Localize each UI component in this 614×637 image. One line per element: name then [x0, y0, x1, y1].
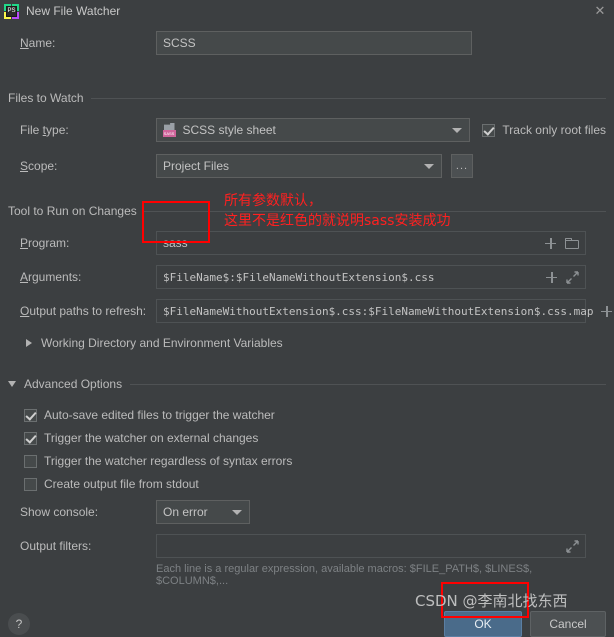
show-console-row: Show console: On error [20, 500, 606, 524]
advanced-option-syntax-errors[interactable]: Trigger the watcher regardless of syntax… [24, 451, 504, 471]
plus-icon[interactable] [546, 271, 557, 283]
scope-row: Scope: Project Files ... [20, 154, 606, 178]
plus-icon[interactable] [601, 305, 613, 317]
advanced-option-autosave-box[interactable] [24, 408, 37, 422]
advanced-option-syntax-errors-label: Trigger the watcher regardless of syntax… [44, 454, 293, 468]
arguments-row: Arguments: $FileName$:$FileNameWithoutEx… [20, 265, 606, 289]
scss-file-icon-text: SASS [162, 130, 176, 137]
output-filters-hint: Each line is a regular expression, avail… [156, 563, 533, 587]
output-filters-input[interactable] [156, 534, 586, 558]
program-value: sass [163, 236, 188, 250]
arguments-field-icons [538, 270, 579, 284]
track-only-root-files-label: Track only root files [502, 123, 606, 137]
tool-to-run-title: Tool to Run on Changes [8, 204, 137, 218]
file-type-value: SCSS style sheet [182, 123, 276, 137]
files-to-watch-title: Files to Watch [8, 91, 84, 105]
output-paths-row: Output paths to refresh: $FileNameWithou… [20, 299, 613, 323]
help-button[interactable]: ? [8, 613, 30, 635]
name-input[interactable]: SCSS [156, 31, 472, 55]
expand-icon[interactable] [566, 270, 579, 284]
plus-icon[interactable] [545, 237, 556, 249]
group-divider [130, 383, 606, 385]
advanced-options-group-header[interactable]: Advanced Options [8, 377, 606, 391]
program-row: Program: sass [20, 231, 606, 255]
working-directory-expander[interactable]: Working Directory and Environment Variab… [26, 336, 283, 350]
advanced-options-list: Auto-save edited files to trigger the wa… [24, 405, 504, 494]
track-only-root-files-checkbox[interactable]: Track only root files [482, 123, 606, 137]
advanced-option-external-changes-label: Trigger the watcher on external changes [44, 431, 259, 445]
scope-label: Scope: [20, 159, 58, 173]
window-title: New File Watcher [26, 4, 121, 18]
output-paths-value: $FileNameWithoutExtension$.css:$FileName… [163, 304, 594, 318]
advanced-option-external-changes-box[interactable] [24, 431, 37, 445]
show-console-label: Show console: [20, 505, 99, 519]
chevron-down-icon [232, 509, 242, 515]
phpstorm-icon: PS [4, 3, 19, 19]
name-label: Name: [20, 36, 56, 50]
files-to-watch-group-header: Files to Watch [8, 91, 606, 105]
program-label: Program: [20, 236, 70, 250]
show-console-combo[interactable]: On error [156, 500, 250, 524]
chevron-down-icon [452, 127, 463, 133]
track-only-root-files-box[interactable] [482, 123, 496, 137]
show-console-value: On error [163, 505, 208, 519]
scope-browse-button[interactable]: ... [451, 154, 473, 178]
title-bar: PS New File Watcher ✕ [0, 0, 614, 22]
output-paths-label: Output paths to refresh: [20, 304, 147, 318]
arguments-input[interactable]: $FileName$:$FileNameWithoutExtension$.cs… [156, 265, 586, 289]
csdn-watermark: CSDN @李南北找东西 [415, 592, 568, 610]
advanced-option-stdout-label: Create output file from stdout [44, 477, 199, 491]
output-filters-label: Output filters: [20, 539, 92, 553]
close-icon[interactable]: ✕ [592, 3, 608, 19]
output-paths-input[interactable]: $FileNameWithoutExtension$.css:$FileName… [156, 299, 613, 323]
working-directory-label: Working Directory and Environment Variab… [41, 336, 283, 350]
advanced-option-autosave-label: Auto-save edited files to trigger the wa… [44, 408, 275, 422]
folder-icon[interactable] [565, 237, 579, 249]
chevron-right-icon[interactable] [26, 339, 32, 347]
file-type-combo[interactable]: SASS SCSS style sheet [155, 118, 471, 142]
ok-button[interactable]: OK [444, 611, 522, 637]
file-type-label: File type: [20, 123, 69, 137]
scss-file-icon: SASS [162, 123, 177, 137]
output-paths-field-icons [593, 305, 614, 317]
group-divider [143, 210, 606, 212]
group-divider [90, 97, 606, 99]
advanced-options-title: Advanced Options [24, 377, 123, 391]
scope-combo[interactable]: Project Files [156, 154, 442, 178]
file-type-row: File type: SASS SCSS style sheet Track o… [20, 118, 606, 142]
arguments-value: $FileName$:$FileNameWithoutExtension$.cs… [163, 270, 435, 284]
advanced-option-stdout[interactable]: Create output file from stdout [24, 474, 504, 494]
advanced-option-syntax-errors-box[interactable] [24, 454, 37, 468]
name-row: Name: SCSS [20, 31, 594, 55]
output-filters-field-icons [558, 539, 579, 553]
program-input[interactable]: sass [156, 231, 586, 255]
program-field-icons [537, 237, 579, 249]
arguments-label: Arguments: [20, 270, 82, 284]
advanced-option-autosave[interactable]: Auto-save edited files to trigger the wa… [24, 405, 504, 425]
cancel-button[interactable]: Cancel [530, 611, 606, 637]
tool-to-run-group-header: Tool to Run on Changes [8, 204, 606, 218]
chevron-down-icon [424, 163, 434, 169]
scope-value: Project Files [163, 159, 230, 173]
advanced-option-stdout-box[interactable] [24, 477, 37, 491]
expand-icon[interactable] [566, 539, 579, 553]
advanced-option-external-changes[interactable]: Trigger the watcher on external changes [24, 428, 504, 448]
output-filters-row: Output filters: [20, 534, 606, 558]
chevron-down-icon[interactable] [8, 381, 16, 387]
